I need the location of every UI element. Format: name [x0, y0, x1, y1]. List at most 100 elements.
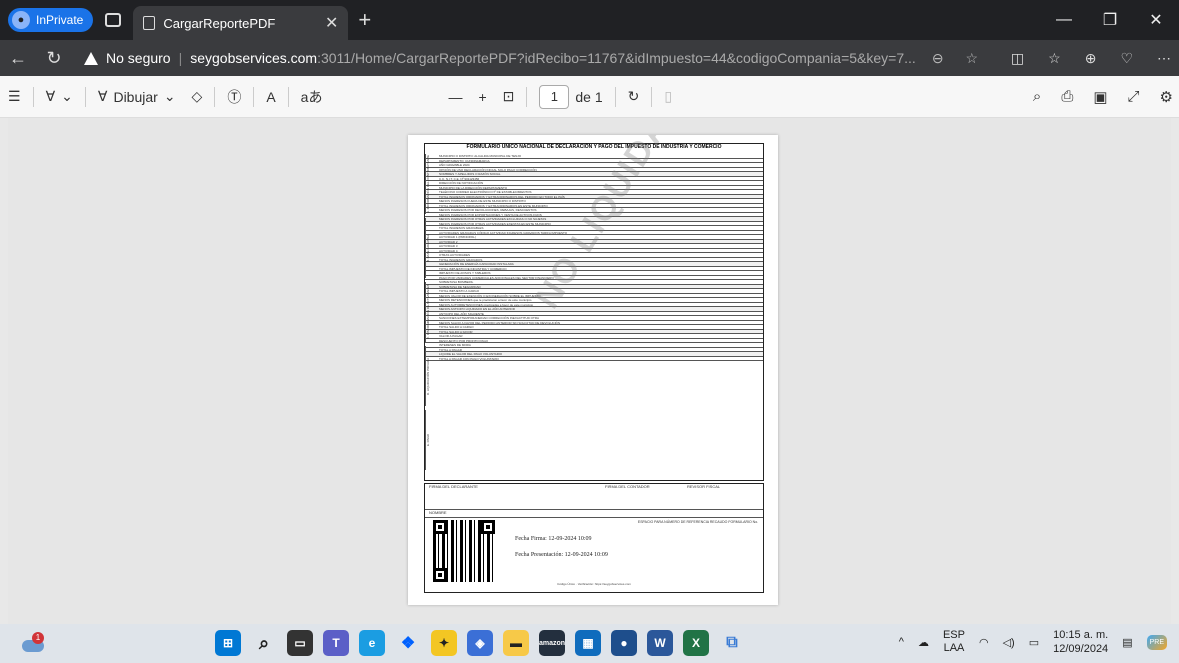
form-line: TOTAL A PAGAR CON PAGO VOLUNTARIO [425, 357, 763, 361]
page-total: de 1 [575, 88, 603, 105]
url-path[interactable]: :3011/Home/CargarReportePDF?idRecibo=117… [317, 50, 916, 66]
text-box-icon[interactable]: Ⓣ [227, 87, 241, 107]
refresh-button[interactable]: ↻ [36, 48, 72, 69]
section-label: A. INFORMACIÓN DEL CONTRIBUYENTE [425, 154, 435, 214]
photos-icon[interactable]: ✦ [431, 630, 457, 656]
close-tab-icon[interactable]: ✕ [325, 13, 338, 33]
pdf-page: FORMULARIO ÚNICO NACIONAL DE DECLARACIÓN… [408, 135, 778, 605]
save-icon[interactable]: ▣ [1093, 88, 1107, 106]
toolbar-divider [526, 86, 528, 107]
split-screen-icon[interactable]: ◫ [1011, 50, 1024, 67]
signature-date: Fecha Firma: 12-09-2024 10:09 [515, 536, 592, 542]
section-label: D. LIQUIDACIÓN PRIVADA [425, 346, 435, 406]
notification-badge: 1 [32, 632, 44, 644]
copilot-icon[interactable]: PRE [1146, 634, 1167, 650]
dropbox-icon[interactable]: ❖ [395, 630, 421, 656]
collections-icon[interactable]: ⊕ [1085, 50, 1097, 67]
presentation-date: Fecha Presentación: 12-09-2024 10:09 [515, 552, 608, 558]
security-icon[interactable]: ◈ [467, 630, 493, 656]
signature-declarant-label: FIRMA DEL DECLARANTE [429, 484, 478, 489]
browser-essentials-icon[interactable]: ♡ [1120, 50, 1133, 67]
word-icon[interactable]: W [647, 630, 673, 656]
warning-icon[interactable] [84, 51, 98, 65]
fit-page-icon[interactable]: ⊡ [503, 88, 515, 105]
eraser-icon[interactable]: ◇ [192, 88, 203, 105]
toolbar-divider [287, 86, 289, 107]
zoom-out-button[interactable]: — [448, 89, 462, 105]
translate-icon[interactable]: aあ [301, 87, 323, 107]
back-button[interactable]: ← [0, 48, 36, 69]
insecure-label[interactable]: No seguro [106, 50, 171, 66]
notification-center-icon[interactable]: ▤ [1122, 636, 1132, 649]
tab-actions-icon[interactable] [105, 13, 122, 27]
cloud-sync-icon[interactable]: ☁ [918, 636, 929, 649]
qr-code [433, 520, 495, 582]
signature-accountant-label: FIRMA DEL CONTADOR [605, 484, 650, 489]
language-indicator[interactable]: ESP LAA [943, 629, 965, 655]
battery-icon[interactable]: ▭ [1029, 636, 1039, 649]
start-button[interactable]: ⊞ [215, 630, 241, 656]
edge-icon[interactable]: e [359, 630, 385, 656]
section-label: C. DISCRIMINACIÓN DE ACTIVIDADES [425, 282, 435, 342]
toolbar-divider [84, 86, 86, 107]
weather-widget[interactable]: 1 [22, 632, 46, 654]
inprivate-badge[interactable]: ● InPrivate [8, 8, 94, 32]
wifi-icon[interactable]: ◠ [979, 636, 989, 649]
reference-number-box: ESPACIO PARA NÚMERO DE REFERENCIA RECAUD… [637, 520, 759, 524]
section-label: B. BASE GRAVABLE [425, 218, 435, 278]
verification-text: Código Único · Verificación: https://sey… [557, 582, 631, 586]
restore-button[interactable]: ❐ [1087, 0, 1133, 40]
task-view-icon[interactable]: ▭ [287, 630, 313, 656]
pdf-toolbar: ☰ ∀ ⌄ ∀ Dibujar ⌄ ◇ Ⓣ A aあ — + ⊡ 1 de 1 ↻… [0, 76, 1179, 118]
excel-icon[interactable]: X [683, 630, 709, 656]
zoom-icon[interactable]: ⊖ [932, 50, 944, 67]
form-title: FORMULARIO ÚNICO NACIONAL DE DECLARACIÓN… [466, 144, 722, 150]
zoom-in-button[interactable]: + [478, 89, 486, 105]
new-tab-button[interactable]: + [358, 7, 371, 33]
amazon-icon[interactable]: amazon [539, 630, 565, 656]
highlight-icon[interactable]: ∀ [46, 88, 56, 105]
contents-icon[interactable]: ☰ [8, 88, 21, 105]
pdf-viewer[interactable]: FORMULARIO ÚNICO NACIONAL DE DECLARACIÓN… [8, 118, 1171, 624]
profile-avatar-icon: ● [12, 11, 30, 29]
read-aloud-icon[interactable]: A [266, 89, 275, 105]
chevron-up-icon[interactable]: ^ [899, 636, 904, 648]
diagram-app-icon[interactable]: ⧉ [719, 630, 745, 656]
favorites-icon[interactable]: ☆ [1048, 50, 1061, 67]
fiscal-reviewer-label: REVISOR FISCAL [687, 484, 721, 489]
settings-icon[interactable]: ⚙ [1160, 88, 1173, 106]
windows-taskbar: 1 ⊞ ⌕ ▭ T e ❖ ✦ ◈ ▬ amazon ▦ ● W X ⧉ ^ ☁… [0, 624, 1179, 663]
url-host[interactable]: seygobservices.com [190, 50, 317, 66]
clock-time: 10:15 a. m. [1053, 629, 1109, 641]
close-window-button[interactable]: ✕ [1133, 0, 1179, 40]
draw-button[interactable]: ∀ Dibujar ⌄ [90, 88, 184, 105]
address-bar[interactable]: No seguro | seygobservices.com:3011/Home… [78, 44, 1038, 72]
volume-icon[interactable]: ◁) [1003, 636, 1015, 649]
search-icon[interactable]: ⌕ [1033, 88, 1041, 106]
store-icon[interactable]: ▦ [575, 630, 601, 656]
search-icon[interactable]: ⌕ [251, 630, 277, 656]
keyboard-layout: LAA [943, 642, 965, 654]
rotate-icon[interactable]: ↻ [628, 88, 640, 105]
page-number-input[interactable]: 1 [539, 84, 570, 109]
toolbar-divider [214, 86, 216, 107]
toolbar-divider [651, 86, 653, 107]
more-menu-icon[interactable]: ⋯ [1157, 50, 1171, 67]
print-icon[interactable]: ⎙ [1061, 88, 1073, 106]
minimize-button[interactable]: — [1041, 0, 1087, 40]
chevron-down-icon[interactable]: ⌄ [61, 88, 73, 105]
pen-icon: ∀ [97, 88, 108, 104]
chevron-down-icon: ⌄ [163, 88, 176, 104]
file-explorer-icon[interactable]: ▬ [503, 630, 529, 656]
browser-tab[interactable]: CargarReportePDF ✕ [133, 6, 349, 40]
clock[interactable]: 10:15 a. m. 12/09/2024 [1053, 628, 1108, 656]
page-view-icon[interactable]: ▯ [664, 88, 672, 105]
fullscreen-icon[interactable]: ⤢ [1128, 88, 1140, 106]
favorite-star-icon[interactable]: ☆ [966, 50, 979, 67]
draw-label: Dibujar [113, 88, 158, 105]
toolbar-divider [32, 86, 34, 107]
teams-icon[interactable]: T [323, 630, 349, 656]
app-icon[interactable]: ● [611, 630, 637, 656]
signature-section: FIRMA DEL DECLARANTE FIRMA DEL CONTADOR … [424, 483, 764, 593]
inprivate-label: InPrivate [36, 13, 84, 27]
